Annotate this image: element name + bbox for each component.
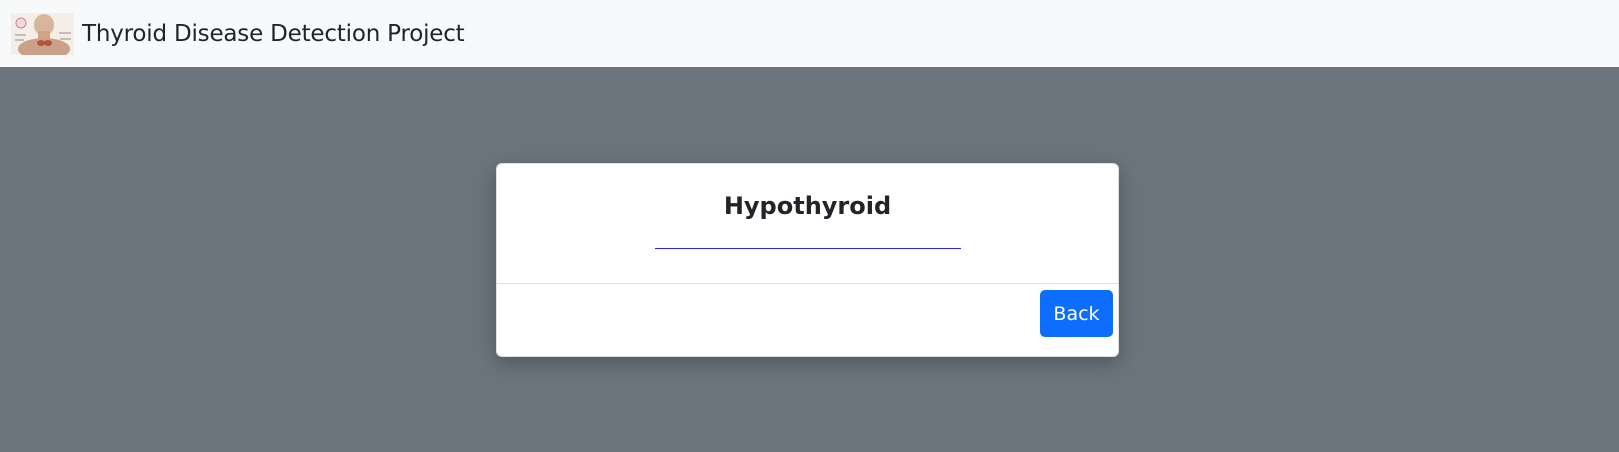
modal-body: Hypothyroid [497, 164, 1118, 284]
thyroid-logo-icon[interactable] [11, 12, 74, 55]
prediction-result-title: Hypothyroid [723, 192, 892, 220]
app-title[interactable]: Thyroid Disease Detection Project [82, 21, 465, 47]
back-button[interactable]: Back [1040, 290, 1113, 337]
result-divider-line [655, 248, 961, 249]
top-navbar: Thyroid Disease Detection Project [0, 0, 1619, 67]
result-modal: Hypothyroid Back [496, 163, 1119, 357]
